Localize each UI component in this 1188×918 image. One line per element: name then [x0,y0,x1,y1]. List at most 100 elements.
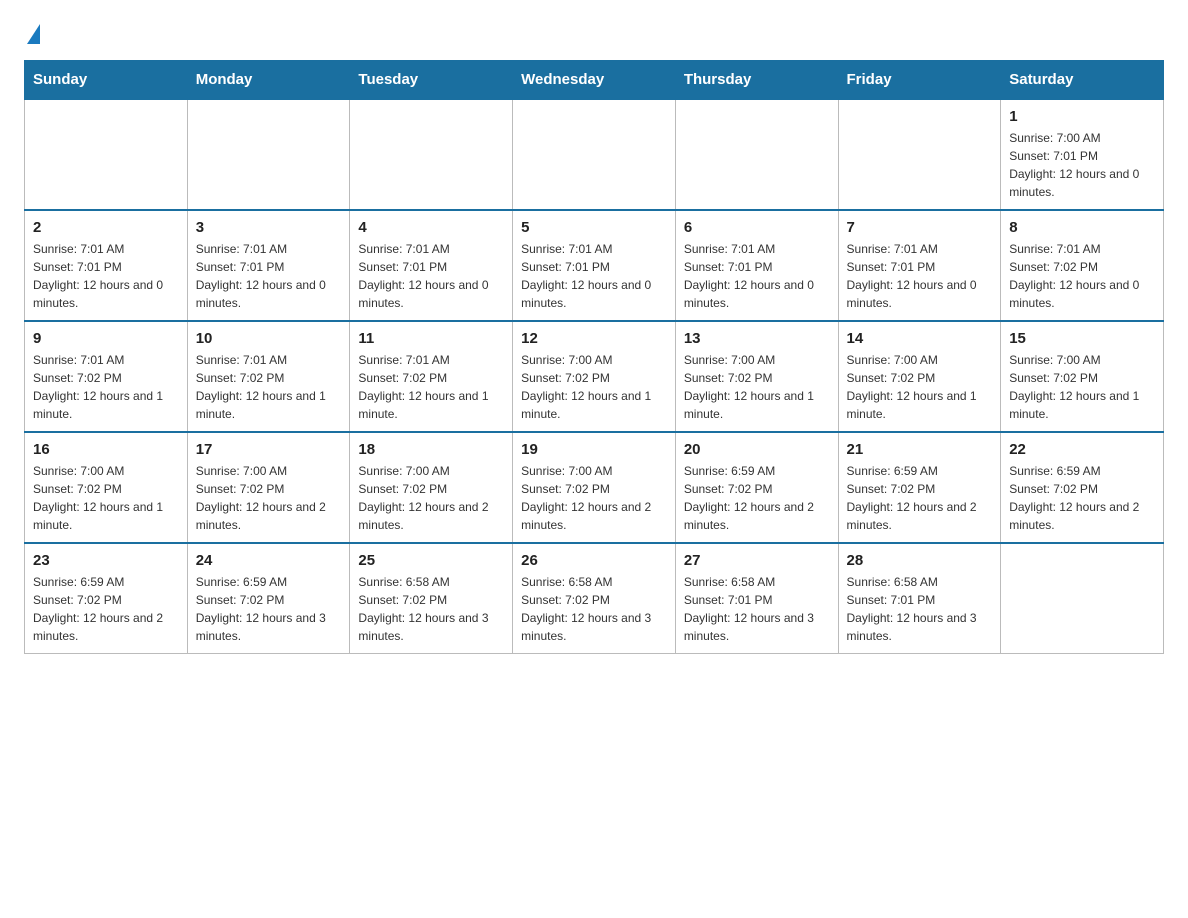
calendar-cell [25,99,188,210]
calendar-table: SundayMondayTuesdayWednesdayThursdayFrid… [24,60,1164,654]
day-number: 14 [847,330,993,347]
calendar-cell: 2 Sunrise: 7:01 AM Sunset: 7:01 PM Daylig… [25,210,188,321]
day-number: 16 [33,441,179,458]
day-number: 22 [1009,441,1155,458]
day-info: Sunrise: 7:00 AM Sunset: 7:01 PM Dayligh… [1009,129,1155,201]
day-info: Sunrise: 6:59 AM Sunset: 7:02 PM Dayligh… [847,462,993,534]
day-info: Sunrise: 6:58 AM Sunset: 7:02 PM Dayligh… [358,573,504,645]
column-header-saturday: Saturday [1001,61,1164,100]
week-row-2: 2 Sunrise: 7:01 AM Sunset: 7:01 PM Daylig… [25,210,1164,321]
week-row-1: 1 Sunrise: 7:00 AM Sunset: 7:01 PM Daylig… [25,99,1164,210]
day-number: 4 [358,219,504,236]
calendar-header-row: SundayMondayTuesdayWednesdayThursdayFrid… [25,61,1164,100]
calendar-cell: 9 Sunrise: 7:01 AM Sunset: 7:02 PM Daylig… [25,321,188,432]
day-number: 25 [358,552,504,569]
week-row-4: 16 Sunrise: 7:00 AM Sunset: 7:02 PM Dayli… [25,432,1164,543]
day-info: Sunrise: 6:59 AM Sunset: 7:02 PM Dayligh… [1009,462,1155,534]
day-info: Sunrise: 7:00 AM Sunset: 7:02 PM Dayligh… [196,462,342,534]
column-header-monday: Monday [187,61,350,100]
day-info: Sunrise: 7:00 AM Sunset: 7:02 PM Dayligh… [1009,351,1155,423]
day-info: Sunrise: 6:59 AM Sunset: 7:02 PM Dayligh… [33,573,179,645]
day-number: 2 [33,219,179,236]
calendar-cell: 17 Sunrise: 7:00 AM Sunset: 7:02 PM Dayli… [187,432,350,543]
day-number: 11 [358,330,504,347]
calendar-cell: 1 Sunrise: 7:00 AM Sunset: 7:01 PM Daylig… [1001,99,1164,210]
day-info: Sunrise: 6:58 AM Sunset: 7:02 PM Dayligh… [521,573,667,645]
calendar-cell [838,99,1001,210]
page-header [24,24,1164,44]
calendar-cell: 15 Sunrise: 7:00 AM Sunset: 7:02 PM Dayli… [1001,321,1164,432]
column-header-tuesday: Tuesday [350,61,513,100]
day-number: 20 [684,441,830,458]
day-number: 15 [1009,330,1155,347]
calendar-cell: 6 Sunrise: 7:01 AM Sunset: 7:01 PM Daylig… [675,210,838,321]
calendar-cell: 18 Sunrise: 7:00 AM Sunset: 7:02 PM Dayli… [350,432,513,543]
calendar-cell: 22 Sunrise: 6:59 AM Sunset: 7:02 PM Dayli… [1001,432,1164,543]
column-header-wednesday: Wednesday [513,61,676,100]
calendar-cell: 26 Sunrise: 6:58 AM Sunset: 7:02 PM Dayli… [513,543,676,654]
day-info: Sunrise: 7:01 AM Sunset: 7:02 PM Dayligh… [358,351,504,423]
day-number: 18 [358,441,504,458]
day-info: Sunrise: 7:01 AM Sunset: 7:01 PM Dayligh… [521,240,667,312]
calendar-cell: 25 Sunrise: 6:58 AM Sunset: 7:02 PM Dayli… [350,543,513,654]
day-info: Sunrise: 7:00 AM Sunset: 7:02 PM Dayligh… [847,351,993,423]
day-info: Sunrise: 7:00 AM Sunset: 7:02 PM Dayligh… [521,351,667,423]
day-info: Sunrise: 7:00 AM Sunset: 7:02 PM Dayligh… [521,462,667,534]
day-info: Sunrise: 7:00 AM Sunset: 7:02 PM Dayligh… [358,462,504,534]
day-number: 1 [1009,108,1155,125]
day-info: Sunrise: 7:01 AM Sunset: 7:01 PM Dayligh… [196,240,342,312]
calendar-cell [1001,543,1164,654]
calendar-cell [513,99,676,210]
calendar-cell: 16 Sunrise: 7:00 AM Sunset: 7:02 PM Dayli… [25,432,188,543]
column-header-sunday: Sunday [25,61,188,100]
day-number: 26 [521,552,667,569]
day-number: 17 [196,441,342,458]
day-number: 5 [521,219,667,236]
day-number: 3 [196,219,342,236]
calendar-cell: 19 Sunrise: 7:00 AM Sunset: 7:02 PM Dayli… [513,432,676,543]
day-number: 19 [521,441,667,458]
day-info: Sunrise: 6:59 AM Sunset: 7:02 PM Dayligh… [684,462,830,534]
day-info: Sunrise: 7:01 AM Sunset: 7:01 PM Dayligh… [358,240,504,312]
calendar-cell: 4 Sunrise: 7:01 AM Sunset: 7:01 PM Daylig… [350,210,513,321]
week-row-5: 23Sunrise: 6:59 AM Sunset: 7:02 PM Dayli… [25,543,1164,654]
calendar-cell: 13 Sunrise: 7:00 AM Sunset: 7:02 PM Dayli… [675,321,838,432]
day-info: Sunrise: 7:01 AM Sunset: 7:01 PM Dayligh… [847,240,993,312]
day-number: 6 [684,219,830,236]
day-number: 27 [684,552,830,569]
day-info: Sunrise: 7:00 AM Sunset: 7:02 PM Dayligh… [684,351,830,423]
day-info: Sunrise: 7:01 AM Sunset: 7:02 PM Dayligh… [33,351,179,423]
day-info: Sunrise: 6:58 AM Sunset: 7:01 PM Dayligh… [684,573,830,645]
calendar-cell [187,99,350,210]
calendar-cell: 11 Sunrise: 7:01 AM Sunset: 7:02 PM Dayli… [350,321,513,432]
day-number: 24 [196,552,342,569]
calendar-cell: 3 Sunrise: 7:01 AM Sunset: 7:01 PM Daylig… [187,210,350,321]
day-number: 8 [1009,219,1155,236]
calendar-cell: 5 Sunrise: 7:01 AM Sunset: 7:01 PM Daylig… [513,210,676,321]
column-header-friday: Friday [838,61,1001,100]
day-number: 9 [33,330,179,347]
day-number: 7 [847,219,993,236]
day-info: Sunrise: 6:59 AM Sunset: 7:02 PM Dayligh… [196,573,342,645]
day-info: Sunrise: 7:01 AM Sunset: 7:01 PM Dayligh… [33,240,179,312]
calendar-cell: 20 Sunrise: 6:59 AM Sunset: 7:02 PM Dayli… [675,432,838,543]
day-number: 13 [684,330,830,347]
column-header-thursday: Thursday [675,61,838,100]
day-info: Sunrise: 6:58 AM Sunset: 7:01 PM Dayligh… [847,573,993,645]
day-info: Sunrise: 7:01 AM Sunset: 7:02 PM Dayligh… [1009,240,1155,312]
calendar-cell: 21Sunrise: 6:59 AM Sunset: 7:02 PM Dayli… [838,432,1001,543]
calendar-cell: 24 Sunrise: 6:59 AM Sunset: 7:02 PM Dayli… [187,543,350,654]
day-info: Sunrise: 7:00 AM Sunset: 7:02 PM Dayligh… [33,462,179,534]
calendar-cell: 12 Sunrise: 7:00 AM Sunset: 7:02 PM Dayli… [513,321,676,432]
calendar-cell [350,99,513,210]
calendar-cell [675,99,838,210]
week-row-3: 9 Sunrise: 7:01 AM Sunset: 7:02 PM Daylig… [25,321,1164,432]
day-info: Sunrise: 7:01 AM Sunset: 7:01 PM Dayligh… [684,240,830,312]
calendar-cell: 7 Sunrise: 7:01 AM Sunset: 7:01 PM Daylig… [838,210,1001,321]
day-info: Sunrise: 7:01 AM Sunset: 7:02 PM Dayligh… [196,351,342,423]
day-number: 12 [521,330,667,347]
day-number: 28 [847,552,993,569]
calendar-cell: 14 Sunrise: 7:00 AM Sunset: 7:02 PM Dayli… [838,321,1001,432]
logo-triangle-icon [27,24,40,44]
day-number: 10 [196,330,342,347]
